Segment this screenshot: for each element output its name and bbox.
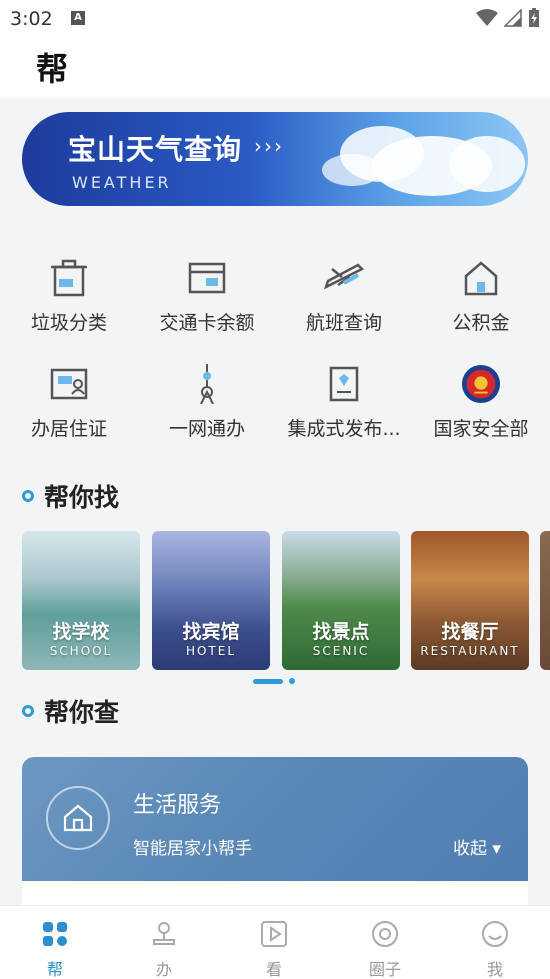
indicator-dot xyxy=(289,678,295,684)
notification-icon: A xyxy=(71,11,85,25)
service-item-one-net[interactable]: 一网通办 xyxy=(138,364,276,441)
tv-tower-icon xyxy=(187,364,227,404)
nav-label: 圈子 xyxy=(368,960,401,979)
service-label: 一网通办 xyxy=(168,418,245,440)
nav-tab-watch[interactable]: 看 xyxy=(244,920,304,979)
life-service-panel: 生活服务 智能居家小帮手 收起 ▾ xyxy=(22,757,528,917)
card-title: 找学校 xyxy=(52,621,110,643)
wifi-icon xyxy=(476,9,498,26)
nav-tab-me[interactable]: 我 xyxy=(465,920,525,979)
section-title: 帮你找 xyxy=(44,483,120,512)
card-restaurant[interactable]: 找餐厅 RESTAURANT xyxy=(411,531,529,670)
service-label: 办居住证 xyxy=(30,418,107,440)
circle-icon xyxy=(372,921,398,947)
card-school[interactable]: 找学校 SCHOOL xyxy=(22,531,140,670)
document-icon xyxy=(324,364,364,404)
trash-bin-icon xyxy=(49,258,89,298)
status-time: 3:02 xyxy=(10,8,53,30)
service-item-garbage[interactable]: 垃圾分类 xyxy=(0,258,138,335)
section-bullet-icon xyxy=(22,490,34,502)
section-find-header: 帮你找 xyxy=(22,478,119,514)
nav-label: 帮 xyxy=(46,960,63,979)
nav-tab-handle[interactable]: 办 xyxy=(134,920,194,979)
banner-arrows: ››› xyxy=(254,134,284,158)
nav-label: 办 xyxy=(155,960,172,979)
nav-label: 我 xyxy=(486,960,503,979)
nav-label: 看 xyxy=(265,960,282,979)
collapse-button[interactable]: 收起 ▾ xyxy=(453,834,501,859)
life-service-subtitle: 智能居家小帮手 xyxy=(133,839,252,859)
card-partial[interactable] xyxy=(540,531,550,670)
service-item-housing-fund[interactable]: 公积金 xyxy=(412,258,550,335)
battery-icon xyxy=(529,8,539,27)
banner-title: 宝山天气查询 xyxy=(68,133,243,166)
section-title: 帮你查 xyxy=(44,698,120,727)
grid-icon xyxy=(43,922,67,946)
life-service-title: 生活服务 xyxy=(133,793,222,818)
stamp-icon xyxy=(153,922,175,945)
service-item-residence-permit[interactable]: 办居住证 xyxy=(0,364,138,441)
nav-tab-circle[interactable]: 圈子 xyxy=(355,920,415,979)
service-label: 垃圾分类 xyxy=(30,312,107,334)
app-header: 帮 xyxy=(0,38,550,98)
card-subtitle: SCHOOL xyxy=(49,644,113,658)
smile-icon xyxy=(482,921,508,947)
service-label: 航班查询 xyxy=(305,312,382,334)
banner-subtitle: WEATHER xyxy=(72,173,172,192)
id-card-icon xyxy=(49,364,89,404)
service-label: 公积金 xyxy=(452,312,510,334)
find-carousel[interactable]: 找学校 SCHOOL 找宾馆 HOTEL 找景点 SCENIC 找餐厅 REST… xyxy=(22,531,550,671)
signal-icon xyxy=(504,9,522,27)
service-item-flight[interactable]: 航班查询 xyxy=(275,258,413,335)
service-label: 交通卡余额 xyxy=(159,312,255,334)
card-title: 找宾馆 xyxy=(182,621,240,643)
national-emblem-icon xyxy=(461,364,501,404)
card-subtitle: RESTAURANT xyxy=(420,644,520,658)
card-title: 找餐厅 xyxy=(441,621,499,643)
card-title: 找景点 xyxy=(312,621,370,643)
cloud-icon xyxy=(322,126,525,196)
house-fund-icon xyxy=(461,258,501,298)
card-subtitle: SCENIC xyxy=(312,644,370,658)
weather-banner[interactable]: 宝山天气查询 ››› WEATHER xyxy=(22,112,528,206)
service-label: 国家安全部 xyxy=(433,418,529,440)
section-check-header: 帮你查 xyxy=(22,693,119,729)
airplane-icon xyxy=(324,258,364,298)
section-bullet-icon xyxy=(22,705,34,717)
house-icon xyxy=(46,786,110,850)
play-icon xyxy=(261,921,287,947)
carousel-indicator xyxy=(253,678,295,684)
service-label: 集成式发布... xyxy=(287,418,401,440)
card-scenic[interactable]: 找景点 SCENIC xyxy=(282,531,400,670)
status-bar: 3:02 A xyxy=(0,0,550,38)
service-item-transit-card[interactable]: 交通卡余额 xyxy=(138,258,276,335)
service-item-state-security[interactable]: 国家安全部 xyxy=(412,364,550,441)
transit-card-icon xyxy=(187,258,227,298)
bottom-nav: 帮 办 看 圈子 我 xyxy=(0,905,550,979)
indicator-active xyxy=(253,678,283,684)
nav-tab-help[interactable]: 帮 xyxy=(25,920,85,979)
card-subtitle: HOTEL xyxy=(185,644,237,658)
card-hotel[interactable]: 找宾馆 HOTEL xyxy=(152,531,270,670)
service-item-integrated-release[interactable]: 集成式发布... xyxy=(275,364,413,441)
page-title: 帮 xyxy=(36,50,69,88)
life-service-header[interactable]: 生活服务 智能居家小帮手 收起 ▾ xyxy=(22,757,528,881)
